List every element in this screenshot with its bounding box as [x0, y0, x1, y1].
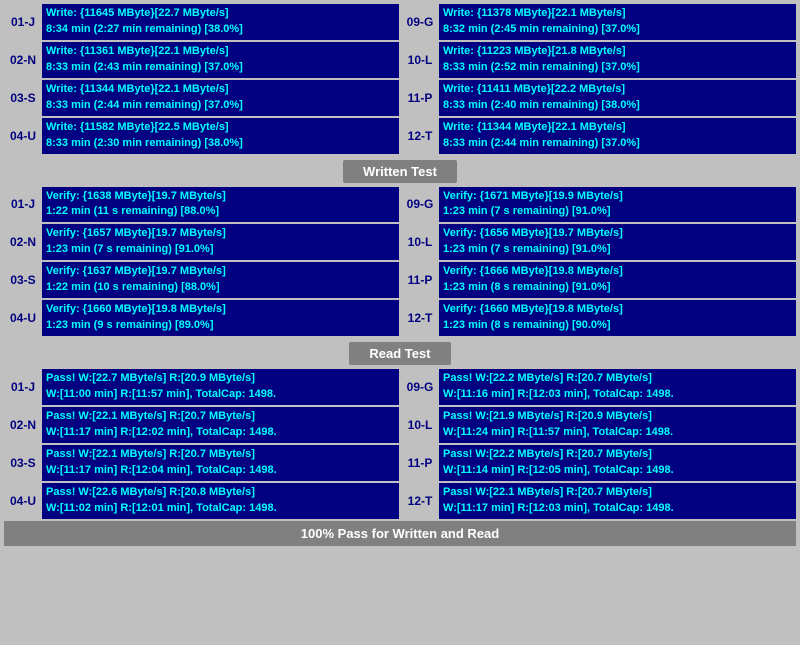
- device-info: Verify: {1660 MByte}[19.8 MByte/s]1:23 m…: [42, 300, 399, 336]
- device-info: Verify: {1660 MByte}[19.8 MByte/s]1:23 m…: [439, 300, 796, 336]
- device-info: Verify: {1656 MByte}[19.7 MByte/s]1:23 m…: [439, 224, 796, 260]
- device-label: 01-J: [4, 4, 42, 40]
- table-row: 03-SVerify: {1637 MByte}[19.7 MByte/s]1:…: [4, 262, 399, 298]
- table-row: 10-LVerify: {1656 MByte}[19.7 MByte/s]1:…: [401, 224, 796, 260]
- device-info: Write: {11223 MByte}[21.8 MByte/s]8:33 m…: [439, 42, 796, 78]
- table-row: 02-NPass! W:[22.1 MByte/s] R:[20.7 MByte…: [4, 407, 399, 443]
- bottom-bar: 100% Pass for Written and Read: [4, 521, 796, 546]
- device-label: 03-S: [4, 445, 42, 481]
- device-label: 10-L: [401, 407, 439, 443]
- device-label: 01-J: [4, 369, 42, 405]
- written-test-label: Written Test: [343, 160, 457, 183]
- verify-section: 01-JVerify: {1638 MByte}[19.7 MByte/s]1:…: [4, 187, 796, 337]
- device-info: Pass! W:[22.2 MByte/s] R:[20.7 MByte/s]W…: [439, 445, 796, 481]
- table-row: 11-PVerify: {1666 MByte}[19.8 MByte/s]1:…: [401, 262, 796, 298]
- written-test-label-row: Written Test: [4, 156, 796, 187]
- device-info: Pass! W:[21.9 MByte/s] R:[20.9 MByte/s]W…: [439, 407, 796, 443]
- write-right-col: 09-GWrite: {11378 MByte}[22.1 MByte/s]8:…: [401, 4, 796, 154]
- device-info: Pass! W:[22.7 MByte/s] R:[20.9 MByte/s]W…: [42, 369, 399, 405]
- table-row: 04-UPass! W:[22.6 MByte/s] R:[20.8 MByte…: [4, 483, 399, 519]
- read-test-label-row: Read Test: [4, 338, 796, 369]
- table-row: 12-TWrite: {11344 MByte}[22.1 MByte/s]8:…: [401, 118, 796, 154]
- device-label: 09-G: [401, 187, 439, 223]
- verify-left-col: 01-JVerify: {1638 MByte}[19.7 MByte/s]1:…: [4, 187, 399, 337]
- table-row: 03-SPass! W:[22.1 MByte/s] R:[20.7 MByte…: [4, 445, 399, 481]
- table-row: 01-JVerify: {1638 MByte}[19.7 MByte/s]1:…: [4, 187, 399, 223]
- table-row: 02-NVerify: {1657 MByte}[19.7 MByte/s]1:…: [4, 224, 399, 260]
- table-row: 10-LWrite: {11223 MByte}[21.8 MByte/s]8:…: [401, 42, 796, 78]
- device-info: Pass! W:[22.1 MByte/s] R:[20.7 MByte/s]W…: [42, 407, 399, 443]
- device-label: 03-S: [4, 80, 42, 116]
- device-label: 10-L: [401, 42, 439, 78]
- device-info: Pass! W:[22.1 MByte/s] R:[20.7 MByte/s]W…: [439, 483, 796, 519]
- table-row: 03-SWrite: {11344 MByte}[22.1 MByte/s]8:…: [4, 80, 399, 116]
- device-info: Write: {11361 MByte}[22.1 MByte/s]8:33 m…: [42, 42, 399, 78]
- device-label: 09-G: [401, 4, 439, 40]
- table-row: 09-GVerify: {1671 MByte}[19.9 MByte/s]1:…: [401, 187, 796, 223]
- device-label: 02-N: [4, 224, 42, 260]
- device-label: 12-T: [401, 118, 439, 154]
- device-label: 01-J: [4, 187, 42, 223]
- device-info: Write: {11411 MByte}[22.2 MByte/s]8:33 m…: [439, 80, 796, 116]
- device-label: 12-T: [401, 483, 439, 519]
- device-info: Pass! W:[22.6 MByte/s] R:[20.8 MByte/s]W…: [42, 483, 399, 519]
- device-info: Write: {11582 MByte}[22.5 MByte/s]8:33 m…: [42, 118, 399, 154]
- device-info: Verify: {1671 MByte}[19.9 MByte/s]1:23 m…: [439, 187, 796, 223]
- device-info: Verify: {1666 MByte}[19.8 MByte/s]1:23 m…: [439, 262, 796, 298]
- device-label: 04-U: [4, 483, 42, 519]
- device-label: 10-L: [401, 224, 439, 260]
- table-row: 04-UWrite: {11582 MByte}[22.5 MByte/s]8:…: [4, 118, 399, 154]
- table-row: 01-JPass! W:[22.7 MByte/s] R:[20.9 MByte…: [4, 369, 399, 405]
- table-row: 04-UVerify: {1660 MByte}[19.8 MByte/s]1:…: [4, 300, 399, 336]
- device-info: Write: {11378 MByte}[22.1 MByte/s]8:32 m…: [439, 4, 796, 40]
- read-left-col: 01-JPass! W:[22.7 MByte/s] R:[20.9 MByte…: [4, 369, 399, 519]
- device-label: 12-T: [401, 300, 439, 336]
- device-label: 11-P: [401, 262, 439, 298]
- device-info: Verify: {1638 MByte}[19.7 MByte/s]1:22 m…: [42, 187, 399, 223]
- device-label: 03-S: [4, 262, 42, 298]
- device-label: 02-N: [4, 42, 42, 78]
- read-test-label: Read Test: [349, 342, 450, 365]
- table-row: 10-LPass! W:[21.9 MByte/s] R:[20.9 MByte…: [401, 407, 796, 443]
- verify-right-col: 09-GVerify: {1671 MByte}[19.9 MByte/s]1:…: [401, 187, 796, 337]
- device-info: Pass! W:[22.2 MByte/s] R:[20.7 MByte/s]W…: [439, 369, 796, 405]
- table-row: 12-TPass! W:[22.1 MByte/s] R:[20.7 MByte…: [401, 483, 796, 519]
- device-info: Verify: {1657 MByte}[19.7 MByte/s]1:23 m…: [42, 224, 399, 260]
- device-info: Write: {11344 MByte}[22.1 MByte/s]8:33 m…: [439, 118, 796, 154]
- device-label: 09-G: [401, 369, 439, 405]
- device-info: Verify: {1637 MByte}[19.7 MByte/s]1:22 m…: [42, 262, 399, 298]
- table-row: 02-NWrite: {11361 MByte}[22.1 MByte/s]8:…: [4, 42, 399, 78]
- read-right-col: 09-GPass! W:[22.2 MByte/s] R:[20.7 MByte…: [401, 369, 796, 519]
- device-info: Pass! W:[22.1 MByte/s] R:[20.7 MByte/s]W…: [42, 445, 399, 481]
- device-info: Write: {11344 MByte}[22.1 MByte/s]8:33 m…: [42, 80, 399, 116]
- main-container: 01-JWrite: {11645 MByte}[22.7 MByte/s]8:…: [0, 0, 800, 550]
- table-row: 09-GPass! W:[22.2 MByte/s] R:[20.7 MByte…: [401, 369, 796, 405]
- write-section: 01-JWrite: {11645 MByte}[22.7 MByte/s]8:…: [4, 4, 796, 154]
- table-row: 01-JWrite: {11645 MByte}[22.7 MByte/s]8:…: [4, 4, 399, 40]
- device-label: 04-U: [4, 118, 42, 154]
- write-left-col: 01-JWrite: {11645 MByte}[22.7 MByte/s]8:…: [4, 4, 399, 154]
- device-label: 11-P: [401, 80, 439, 116]
- table-row: 12-TVerify: {1660 MByte}[19.8 MByte/s]1:…: [401, 300, 796, 336]
- device-info: Write: {11645 MByte}[22.7 MByte/s]8:34 m…: [42, 4, 399, 40]
- table-row: 11-PWrite: {11411 MByte}[22.2 MByte/s]8:…: [401, 80, 796, 116]
- device-label: 04-U: [4, 300, 42, 336]
- device-label: 02-N: [4, 407, 42, 443]
- read-section: 01-JPass! W:[22.7 MByte/s] R:[20.9 MByte…: [4, 369, 796, 519]
- table-row: 11-PPass! W:[22.2 MByte/s] R:[20.7 MByte…: [401, 445, 796, 481]
- device-label: 11-P: [401, 445, 439, 481]
- table-row: 09-GWrite: {11378 MByte}[22.1 MByte/s]8:…: [401, 4, 796, 40]
